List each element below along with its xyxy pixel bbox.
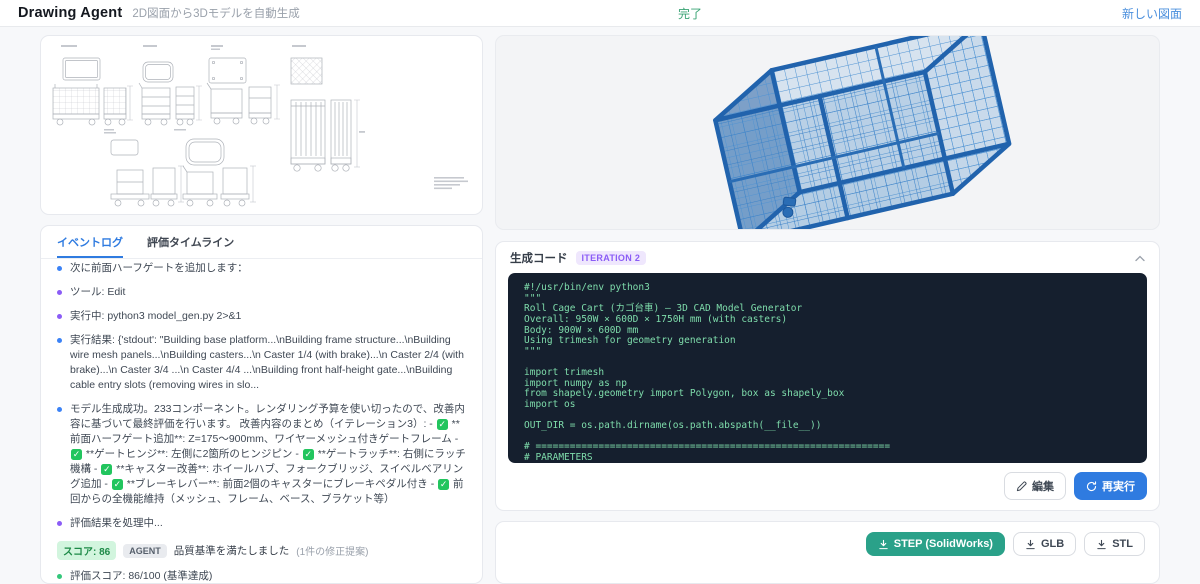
download-icon (878, 539, 889, 550)
log-item: 評価結果を処理中... (57, 516, 466, 531)
log-text: 実行結果: {'stdout': "Building base platform… (70, 333, 466, 393)
download-stl-button[interactable]: STL (1084, 532, 1145, 556)
top-bar: Drawing Agent 2D図面から3Dモデルを自動生成 完了 新しい図面 (0, 0, 1200, 27)
log-text: 実行中: python3 model_gen.py 2>&1 (70, 309, 241, 324)
bullet-icon (57, 266, 62, 271)
bullet-icon (57, 290, 62, 295)
agent-badge: AGENT (123, 544, 167, 558)
app-subtitle: 2D図面から3Dモデルを自動生成 (132, 5, 299, 21)
code-block[interactable]: #!/usr/bin/env python3 """ Roll Cage Car… (508, 273, 1147, 463)
log-item: ツール: Edit (57, 285, 466, 300)
drawing-preview-panel (40, 35, 483, 215)
tab-event-log[interactable]: イベントログ (57, 234, 123, 258)
tab-eval-timeline[interactable]: 評価タイムライン (147, 234, 234, 258)
iteration-badge: ITERATION 2 (576, 251, 647, 265)
pencil-icon (1016, 481, 1027, 492)
bullet-icon (57, 521, 62, 526)
score-note[interactable]: (1件の修正提案) (296, 543, 368, 558)
log-item: 次に前面ハーフゲートを追加します： (57, 261, 466, 276)
edit-button[interactable]: 編集 (1004, 472, 1066, 500)
log-text: ツール: Edit (70, 285, 125, 300)
download-stl-label: STL (1112, 538, 1133, 550)
log-scroll-area[interactable]: 次に前面ハーフゲートを追加します： ツール: Edit 実行中: python3… (41, 259, 482, 583)
bullet-icon (57, 314, 62, 319)
new-drawing-link[interactable]: 新しい図面 (1122, 5, 1182, 22)
log-item: 実行中: python3 model_gen.py 2>&1 (57, 309, 466, 324)
log-text: モデル生成成功。233コンポーネント。レンダリング予算を使い切ったので、改善内容… (70, 402, 466, 507)
log-text: 評価スコア: 86/100 (基準達成) (70, 569, 212, 583)
log-tabs: イベントログ 評価タイムライン (41, 226, 482, 259)
event-log-panel: イベントログ 評価タイムライン 次に前面ハーフゲートを追加します： ツール: E… (40, 225, 483, 584)
cage-cart-3d-model (496, 36, 1159, 230)
score-row: スコア: 86 AGENT 品質基準を満たしました (1件の修正提案) (57, 541, 466, 560)
download-step-label: STEP (SolidWorks) (894, 538, 993, 550)
model-viewer-panel[interactable] (495, 35, 1160, 230)
log-text: 評価結果を処理中... (70, 516, 163, 531)
download-icon (1096, 539, 1107, 550)
download-step-button[interactable]: STEP (SolidWorks) (866, 532, 1005, 556)
download-glb-button[interactable]: GLB (1013, 532, 1076, 556)
log-item: 実行結果: {'stdout': "Building base platform… (57, 333, 466, 393)
log-item: モデル生成成功。233コンポーネント。レンダリング予算を使い切ったので、改善内容… (57, 402, 466, 507)
edit-button-label: 編集 (1032, 478, 1054, 494)
bullet-icon (57, 338, 62, 343)
bullet-icon (57, 407, 62, 412)
rerun-button[interactable]: 再実行 (1074, 472, 1147, 500)
code-text: #!/usr/bin/env python3 """ Roll Cage Car… (508, 273, 1147, 463)
refresh-icon (1086, 481, 1097, 492)
blueprint-image (41, 36, 483, 215)
log-item: 評価スコア: 86/100 (基準達成) (57, 569, 466, 583)
app-title: Drawing Agent (18, 5, 122, 21)
generated-code-panel: 生成コード ITERATION 2 #!/usr/bin/env python3… (495, 241, 1160, 511)
score-badge: スコア: 86 (57, 541, 116, 560)
bullet-icon (57, 574, 62, 579)
status-text: 完了 (678, 5, 702, 22)
score-message: 品質基準を満たしました (174, 543, 290, 558)
export-panel: STEP (SolidWorks) GLB STL (495, 521, 1160, 584)
download-glb-label: GLB (1041, 538, 1064, 550)
log-text: 次に前面ハーフゲートを追加します： (70, 261, 248, 276)
code-panel-title: 生成コード (510, 250, 568, 266)
rerun-button-label: 再実行 (1102, 478, 1135, 494)
chevron-up-icon[interactable] (1135, 255, 1145, 262)
download-icon (1025, 539, 1036, 550)
